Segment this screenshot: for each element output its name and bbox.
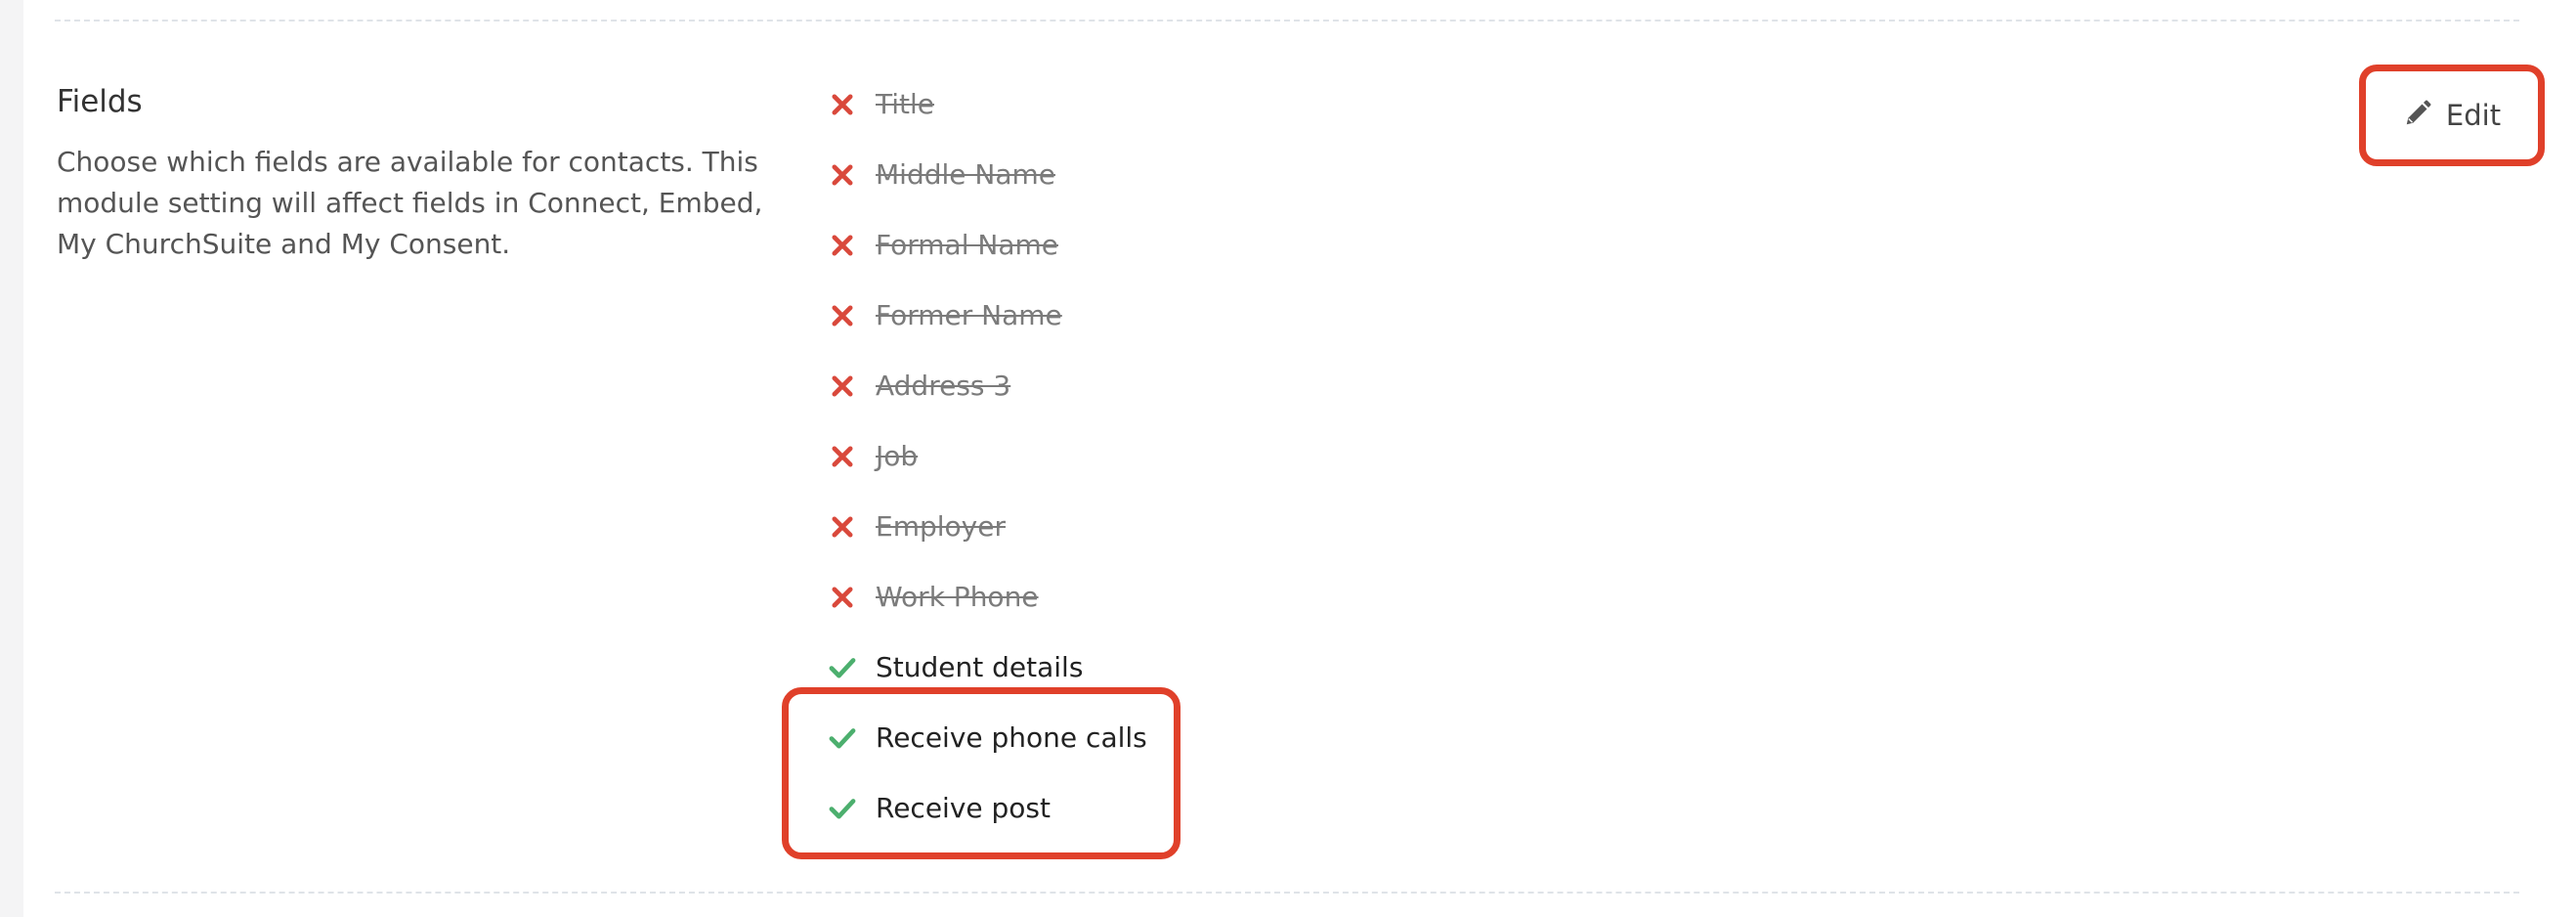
cross-icon bbox=[823, 436, 876, 477]
field-label: Receive phone calls bbox=[876, 721, 1147, 754]
field-label: Student details bbox=[876, 651, 1084, 683]
field-label: Address 3 bbox=[876, 370, 1011, 402]
settings-panel bbox=[23, 0, 2576, 917]
cross-icon bbox=[823, 295, 876, 336]
field-row-middle-name: Middle Name bbox=[823, 154, 1147, 225]
cross-icon bbox=[823, 577, 876, 618]
field-label: Employer bbox=[876, 510, 1006, 543]
field-label: Title bbox=[876, 88, 935, 120]
field-label: Middle Name bbox=[876, 158, 1055, 191]
top-divider bbox=[55, 20, 2519, 22]
check-icon bbox=[823, 718, 876, 759]
field-row-employer: Employer bbox=[823, 506, 1147, 577]
field-label: Work Phone bbox=[876, 581, 1039, 613]
field-row-address-3: Address 3 bbox=[823, 366, 1147, 436]
edit-button[interactable]: Edit bbox=[2359, 65, 2545, 166]
cross-icon bbox=[823, 225, 876, 266]
field-label: Receive post bbox=[876, 792, 1051, 824]
field-label: Former Name bbox=[876, 299, 1062, 331]
section-description: Choose which fields are available for co… bbox=[57, 146, 763, 260]
check-icon bbox=[823, 647, 876, 688]
field-row-work-phone: Work Phone bbox=[823, 577, 1147, 647]
field-row-title: Title bbox=[823, 84, 1147, 154]
check-icon bbox=[823, 788, 876, 829]
field-row-former-name: Former Name bbox=[823, 295, 1147, 366]
section-title: Fields bbox=[57, 84, 143, 119]
bottom-divider bbox=[55, 892, 2519, 894]
field-row-receive-post: Receive post bbox=[823, 788, 1147, 858]
cross-icon bbox=[823, 506, 876, 547]
field-label: Job bbox=[876, 440, 919, 472]
pencil-icon bbox=[2403, 99, 2432, 132]
field-label: Formal Name bbox=[876, 229, 1058, 261]
cross-icon bbox=[823, 84, 876, 125]
edit-button-label: Edit bbox=[2445, 99, 2502, 132]
field-row-formal-name: Formal Name bbox=[823, 225, 1147, 295]
cross-icon bbox=[823, 366, 876, 407]
fields-list: Title Middle Name Formal Name Former Nam… bbox=[823, 84, 1147, 858]
field-row-job: Job bbox=[823, 436, 1147, 506]
field-row-receive-phone-calls: Receive phone calls bbox=[823, 718, 1147, 788]
field-row-student-details: Student details bbox=[823, 647, 1147, 718]
cross-icon bbox=[823, 154, 876, 196]
